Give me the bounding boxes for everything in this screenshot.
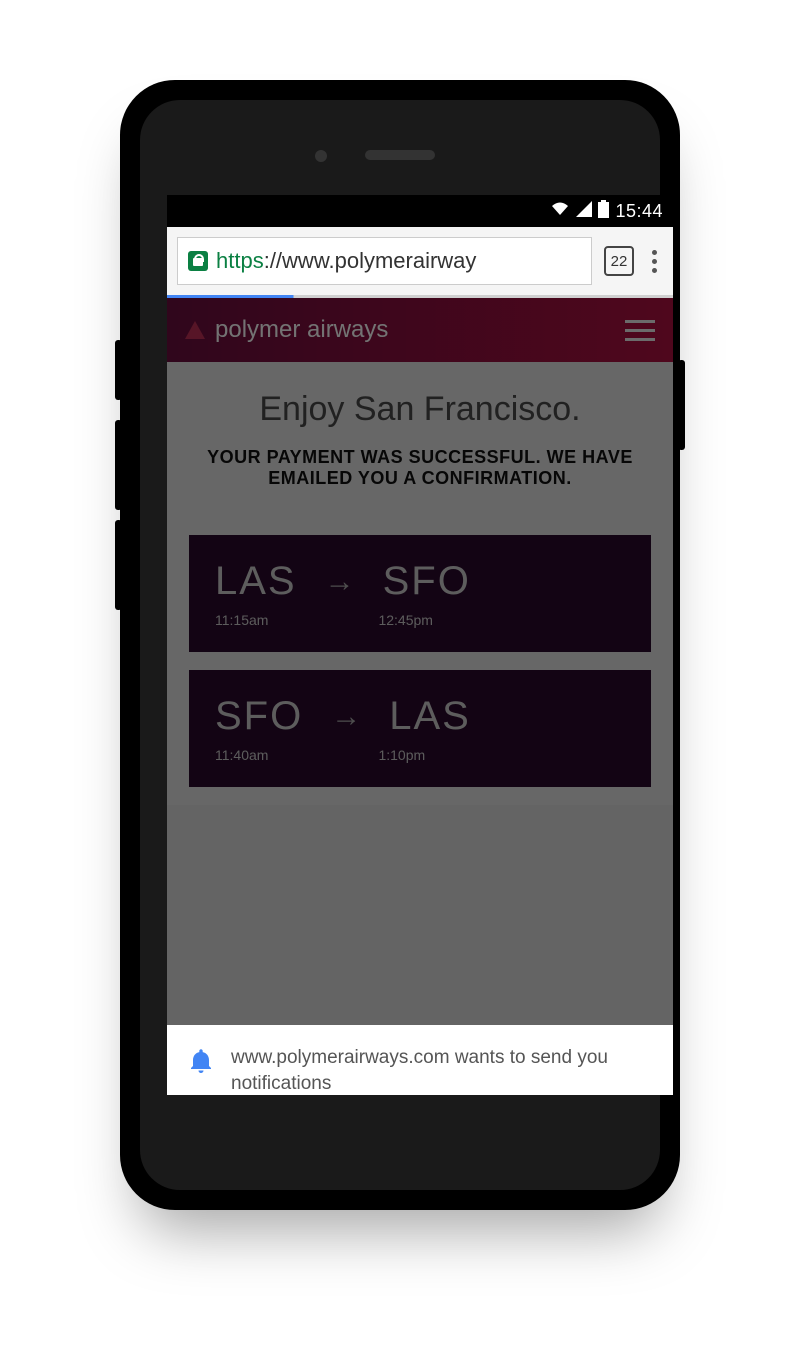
wifi-icon xyxy=(550,201,570,222)
android-status-bar: 15:44 xyxy=(167,195,673,227)
phone-bezel: 15:44 https://www.polymerairway 22 xyxy=(140,100,660,1190)
cell-signal-icon xyxy=(576,201,592,222)
url-text: ://www.polymerairway xyxy=(264,248,477,274)
phone-earpiece xyxy=(365,150,435,160)
notification-permission-prompt: www.polymerairways.com wants to send you… xyxy=(167,1025,673,1095)
phone-side-button xyxy=(115,340,122,400)
status-time: 15:44 xyxy=(615,201,663,222)
prompt-message: www.polymerairways.com wants to send you… xyxy=(231,1045,651,1095)
phone-side-button xyxy=(115,420,122,510)
url-protocol: https xyxy=(216,248,264,274)
phone-camera xyxy=(315,150,327,162)
screen: 15:44 https://www.polymerairway 22 xyxy=(167,195,673,1095)
tab-count: 22 xyxy=(611,253,628,270)
overflow-menu-button[interactable] xyxy=(646,250,663,273)
browser-toolbar: https://www.polymerairway 22 xyxy=(167,227,673,295)
tabs-button[interactable]: 22 xyxy=(604,246,634,276)
bell-icon xyxy=(189,1047,213,1080)
lock-icon xyxy=(188,251,208,271)
battery-icon xyxy=(598,200,609,223)
address-bar[interactable]: https://www.polymerairway xyxy=(177,237,592,285)
modal-overlay[interactable] xyxy=(167,298,673,1025)
page-viewport: polymer airways Enjoy San Francisco. YOU… xyxy=(167,298,673,1025)
phone-frame: 15:44 https://www.polymerairway 22 xyxy=(120,80,680,1210)
phone-side-button xyxy=(115,520,122,610)
phone-side-button xyxy=(678,360,685,450)
